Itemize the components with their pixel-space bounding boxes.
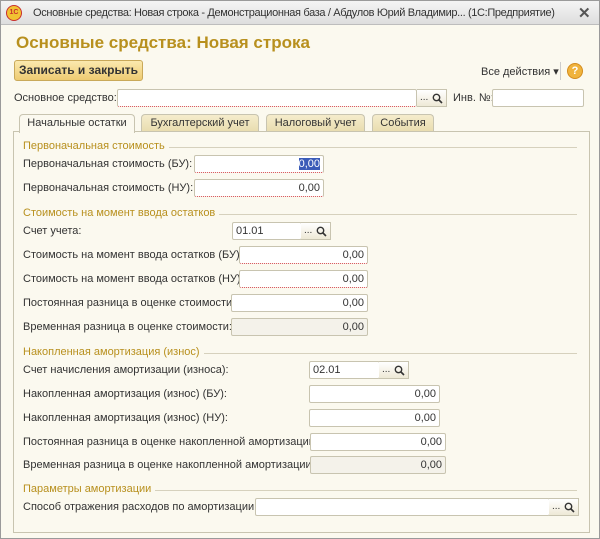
accumulated-depreciation-bu-input[interactable]: 0,00	[309, 385, 440, 403]
title-bar: 1С Основные средства: Новая строка - Дем…	[1, 1, 599, 25]
accumulated-depreciation-nu-input[interactable]: 0,00	[309, 409, 440, 427]
field-label: Способ отражения расходов по амортизации…	[23, 501, 258, 513]
temporary-diff-cost-input: 0,00	[231, 318, 368, 336]
tab-tax[interactable]: Налоговый учет	[266, 114, 365, 132]
section-depreciation-params: Параметры амортизации	[23, 483, 577, 495]
permanent-diff-cost-input[interactable]: 0,00	[231, 294, 368, 312]
initial-cost-bu-input[interactable]: 0,00	[194, 155, 324, 173]
tab-initial-balances[interactable]: Начальные остатки	[19, 114, 135, 133]
tab-accounting[interactable]: Бухгалтерский учет	[141, 114, 259, 132]
search-icon	[316, 226, 327, 237]
field-label: Постоянная разница в оценке стоимости:	[23, 297, 236, 309]
asset-input[interactable]	[117, 89, 417, 107]
field-label: Первоначальная стоимость (НУ):	[23, 182, 194, 194]
search-icon	[564, 502, 575, 513]
help-icon[interactable]: ?	[567, 63, 583, 79]
account-select-button[interactable]: ...	[301, 222, 331, 240]
section-cost-at-entry: Стоимость на момент ввода остатков	[23, 207, 577, 219]
tab-events[interactable]: События	[372, 114, 434, 132]
field-label: Временная разница в оценке накопленной а…	[23, 459, 315, 471]
asset-label: Основное средство:	[14, 92, 117, 104]
expense-method-select-button[interactable]: ...	[549, 498, 579, 516]
initial-cost-nu-input[interactable]: 0,00	[194, 179, 324, 197]
field-label: Накопленная амортизация (износ) (БУ):	[23, 388, 227, 400]
section-accumulated-depreciation: Накопленная амортизация (износ)	[23, 346, 577, 358]
entry-cost-bu-input[interactable]: 0,00	[239, 246, 368, 264]
divider	[560, 62, 561, 80]
field-label: Стоимость на момент ввода остатков (БУ):	[23, 249, 243, 261]
inv-number-input[interactable]	[492, 89, 584, 107]
field-label: Стоимость на момент ввода остатков (НУ):	[23, 273, 244, 285]
inv-label: Инв. №:	[453, 92, 494, 104]
temporary-diff-depreciation-input: 0,00	[310, 456, 446, 474]
field-label: Счет учета:	[23, 225, 82, 237]
depreciation-expense-method-input[interactable]	[255, 498, 550, 516]
window: 1С Основные средства: Новая строка - Дем…	[0, 0, 600, 539]
window-title: Основные средства: Новая строка - Демонс…	[33, 7, 555, 19]
all-actions-menu[interactable]: Все действия ▾	[481, 65, 559, 78]
search-icon	[394, 365, 405, 376]
save-and-close-button[interactable]: Записать и закрыть	[14, 60, 143, 81]
search-icon	[432, 93, 443, 104]
section-initial-cost: Первоначальная стоимость	[23, 140, 577, 152]
field-label: Временная разница в оценке стоимости:	[23, 321, 232, 333]
field-label: Счет начисления амортизации (износа):	[23, 364, 229, 376]
depreciation-account-input[interactable]: 02.01	[309, 361, 380, 379]
field-label: Накопленная амортизация (износ) (НУ):	[23, 412, 228, 424]
close-icon[interactable]: ✕	[578, 4, 591, 22]
form-title: Основные средства: Новая строка	[16, 33, 310, 52]
depreciation-account-select-button[interactable]: ...	[379, 361, 409, 379]
entry-cost-nu-input[interactable]: 0,00	[239, 270, 368, 288]
asset-select-button[interactable]: ...	[417, 89, 447, 107]
field-label: Постоянная разница в оценке накопленной …	[23, 436, 319, 448]
1c-logo-icon: 1С	[6, 5, 22, 21]
permanent-diff-depreciation-input[interactable]: 0,00	[310, 433, 446, 451]
field-label: Первоначальная стоимость (БУ):	[23, 158, 193, 170]
ellipsis-icon: ...	[420, 92, 429, 103]
account-input[interactable]: 01.01	[232, 222, 302, 240]
